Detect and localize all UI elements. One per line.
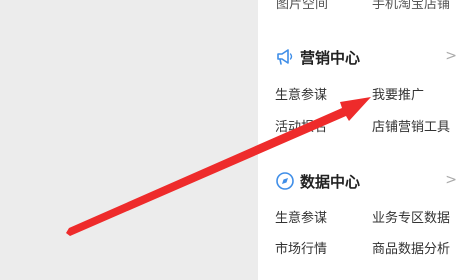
section-header-marketing[interactable]: 营销中心 (275, 46, 360, 68)
section-header-data-center[interactable]: 数据中心 (275, 170, 360, 192)
compass-icon (275, 171, 295, 191)
menu-item-mobile-store[interactable]: 手机淘宝店铺 (372, 0, 450, 12)
menu-item-store-marketing-tools[interactable]: 店铺营销工具 (372, 116, 450, 135)
side-menu-panel: 图片空间 手机淘宝店铺 营销中心 > 生意参谋 我要推广 活动报名 店铺营销工具… (258, 0, 475, 280)
menu-item-image-space[interactable]: 图片空间 (276, 0, 328, 12)
menu-item-market-trends[interactable]: 市场行情 (275, 238, 327, 257)
menu-item-event-signup[interactable]: 活动报名 (275, 116, 327, 135)
section-title-marketing: 营销中心 (300, 48, 361, 67)
menu-item-business-advisor[interactable]: 生意参谋 (275, 84, 327, 103)
chevron-right-icon[interactable]: > (445, 48, 457, 64)
left-background (0, 0, 258, 280)
menu-item-business-advisor-data[interactable]: 生意参谋 (275, 207, 327, 226)
menu-item-product-data-analysis[interactable]: 商品数据分析 (372, 238, 450, 257)
menu-item-business-zone-data[interactable]: 业务专区数据 (372, 207, 450, 226)
chevron-right-icon[interactable]: > (445, 172, 457, 188)
menu-item-promote[interactable]: 我要推广 (372, 84, 424, 103)
megaphone-icon (275, 47, 295, 67)
section-title-data-center: 数据中心 (300, 172, 361, 191)
